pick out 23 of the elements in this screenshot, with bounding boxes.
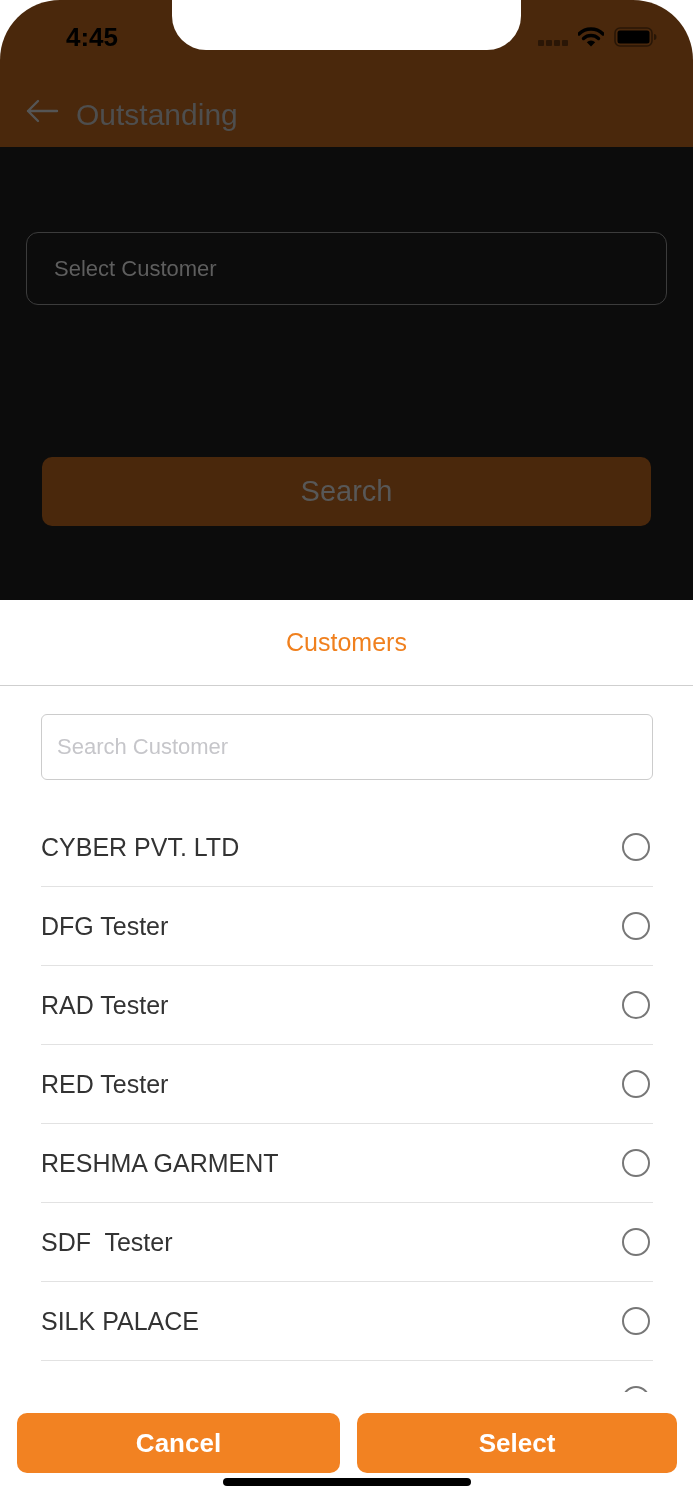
customer-name[interactable]: SDF Tester xyxy=(41,1227,173,1257)
battery-icon xyxy=(614,27,657,47)
screen-title: Outstanding xyxy=(76,97,238,132)
wifi-icon xyxy=(578,27,604,47)
status-time: 4:45 xyxy=(66,21,119,53)
radio-button[interactable] xyxy=(622,1307,650,1335)
customer-name[interactable]: RESHMA GARMENT xyxy=(41,1148,279,1178)
radio-button[interactable] xyxy=(622,1149,650,1177)
customer-name[interactable]: RED Tester xyxy=(41,1069,169,1099)
radio-button[interactable] xyxy=(622,991,650,1019)
radio-button[interactable] xyxy=(622,912,650,940)
customer-name[interactable]: SILK PALACE xyxy=(41,1306,199,1336)
customer-select-field[interactable]: Select Customer xyxy=(26,232,667,305)
customer-name[interactable]: RAD Tester xyxy=(41,990,169,1020)
sheet-title: Customers xyxy=(286,628,407,657)
radio-button[interactable] xyxy=(622,1070,650,1098)
back-arrow-icon xyxy=(25,98,59,123)
customer-name[interactable]: DFG Tester xyxy=(41,911,169,941)
signal-icon xyxy=(538,39,568,47)
customer-search-field[interactable]: Search Customer xyxy=(41,714,653,780)
radio-button[interactable] xyxy=(622,833,650,861)
customer-name[interactable]: CYBER PVT. LTD xyxy=(41,832,240,862)
radio-button[interactable] xyxy=(622,1228,650,1256)
